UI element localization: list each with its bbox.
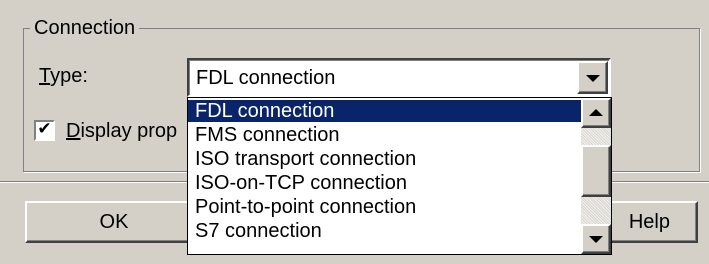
ok-button-label: OK <box>99 210 129 233</box>
arrow-down-icon <box>589 236 603 243</box>
group-title: Connection <box>30 15 140 41</box>
ok-button[interactable]: OK <box>25 201 203 243</box>
type-label-text: ype: <box>50 65 88 87</box>
type-combobox[interactable]: FDL connection <box>187 58 611 97</box>
type-label: Type: <box>39 63 88 89</box>
combobox-dropdown-button[interactable] <box>577 61 608 94</box>
type-dropdown-list[interactable]: FDL connection FMS connection ISO transp… <box>187 97 612 255</box>
scroll-up-button[interactable] <box>581 98 611 128</box>
display-label-accelerator: D <box>66 120 81 142</box>
display-checkbox-label[interactable]: Display prop <box>66 118 177 144</box>
list-item[interactable]: Point-to-point connection <box>188 196 581 218</box>
list-item[interactable]: S7 connection <box>188 220 581 242</box>
arrow-up-icon <box>589 109 603 116</box>
list-item[interactable]: ISO transport connection <box>188 148 581 170</box>
display-label-text: isplay prop <box>80 120 178 142</box>
dropdown-scrollbar[interactable] <box>581 98 611 254</box>
display-checkbox[interactable]: ✔ <box>34 119 55 141</box>
chevron-down-icon <box>585 74 600 82</box>
scroll-thumb[interactable] <box>581 145 611 197</box>
checkmark-icon: ✔ <box>37 119 52 138</box>
type-combobox-value: FDL connection <box>196 67 336 89</box>
scroll-down-button[interactable] <box>581 224 611 254</box>
list-item[interactable]: ISO-on-TCP connection <box>188 172 581 194</box>
list-item[interactable]: FMS connection <box>188 124 581 146</box>
type-label-accelerator: T <box>39 65 51 87</box>
list-item[interactable]: FDL connection <box>188 100 581 122</box>
dropdown-items: FDL connection FMS connection ISO transp… <box>188 98 581 254</box>
